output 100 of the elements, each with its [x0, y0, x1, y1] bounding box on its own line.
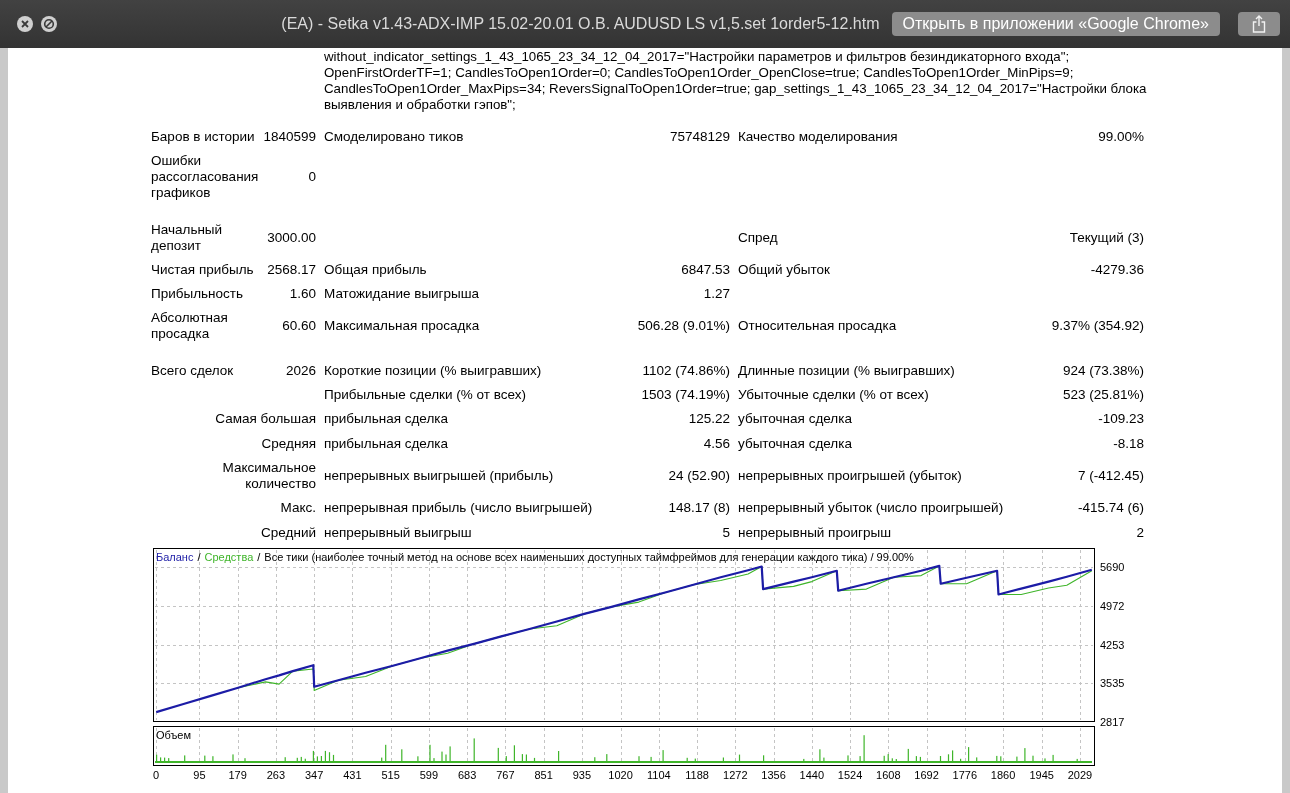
y-tick-label: 5690 [1100, 560, 1125, 573]
stat-label: Короткие позиции (% выигравших) [324, 362, 542, 378]
stat-value: 1503 (74.19%) [641, 387, 730, 403]
stat-label: Всего сделок [151, 362, 234, 378]
x-tick-label: 263 [266, 768, 286, 781]
x-tick-label: 1272 [723, 768, 748, 781]
stat-value: 523 (25.81%) [1062, 387, 1144, 403]
stat-label: непрерывных выигрышей (прибыль) [324, 467, 554, 483]
stat-label: Длинные позиции (% выигравших) [738, 362, 955, 378]
stat-label: Относительная просадка [738, 318, 897, 334]
stat-value: -8.18 [1113, 435, 1144, 451]
stat-value: 5 [722, 524, 730, 540]
stat-label: Абсолютная просадка [151, 310, 228, 342]
group-label: Средний [261, 524, 316, 540]
stat-value: 924 (73.38%) [1062, 362, 1144, 378]
y-tick-label: 2817 [1100, 715, 1125, 728]
prohibited-icon[interactable] [41, 16, 57, 32]
open-in-app-button[interactable]: Открыть в приложении «Google Chrome» [891, 12, 1220, 36]
share-button[interactable] [1238, 12, 1280, 36]
legend-label: Баланс [156, 550, 194, 563]
stat-value: 506.28 (9.01%) [637, 318, 730, 334]
volume-label: Объем [156, 728, 192, 741]
x-tick-label: 2029 [1067, 768, 1093, 781]
stat-value: 24 (52.90) [668, 467, 730, 483]
x-tick-label: 1020 [608, 768, 633, 781]
x-tick-label: 0 [153, 768, 160, 781]
stat-value: 125.22 [688, 411, 730, 427]
parameters-text: without_indicator_settings_1_43_1065_23_34_12_04_2017="Настройки параметров и фильтров безиндикаторного входа"; OpenFirstOrderTF=1; CandlesToOpen1Order=0; CandlesToOpen1Order_OpenClose=true; CandlesToOpen1Order_MinPips=9; CandlesToOpen1Order_MaxPips=34; ReversSignalToOpen1Order=true; gap_settings_1_43_1065_23_34_12_04_2017="Настройки блока выявления и обработки гэпов"; [324, 49, 1148, 113]
stat-label: Убыточные сделки (% от всех) [738, 387, 929, 403]
stat-value: 148.17 (8) [668, 500, 730, 516]
x-tick-label: 1524 [837, 768, 863, 781]
stat-label: непрерывная прибыль (число выигрышей) [324, 500, 593, 516]
stat-label: Общая прибыль [324, 261, 427, 277]
stat-value: 0 [308, 169, 316, 185]
x-tick-label: 1188 [685, 768, 709, 781]
stat-label: Прибыльные сделки (% от всех) [324, 387, 526, 403]
group-label: Самая большая [215, 411, 316, 427]
stat-label: непрерывный убыток (число проигрышей) [738, 500, 1004, 516]
stat-label: Прибыльность [151, 286, 244, 302]
stat-label: Ошибки рассогласования графиков [151, 153, 259, 201]
stat-value: 9.37% (354.92) [1051, 318, 1144, 334]
window-title: (EA) - Setka v1.43-ADX-IMP 15.02-20.01 O.B. AUDUSD LS v1,5.set 1order5-12.htm [281, 14, 880, 34]
x-tick-label: 935 [572, 768, 592, 781]
x-tick-label: 1692 [914, 768, 939, 781]
stat-value: -415.74 (6) [1077, 500, 1144, 516]
legend-separator: / [197, 550, 201, 563]
stat-value: 60.60 [282, 318, 316, 334]
stat-label: убыточная сделка [738, 411, 852, 427]
stat-value: 6847.53 [681, 261, 730, 277]
x-tick-label: 1104 [647, 768, 671, 781]
stat-value: 1.27 [703, 286, 730, 302]
x-tick-label: 179 [228, 768, 247, 781]
stat-label: Спред [738, 229, 778, 245]
x-tick-label: 431 [343, 768, 362, 781]
x-tick-label: 347 [305, 768, 324, 781]
x-tick-label: 1945 [1029, 768, 1054, 781]
stat-value: Текущий (3) [1069, 229, 1144, 245]
stat-value: 75748129 [669, 129, 730, 144]
close-icon[interactable] [17, 16, 33, 32]
stat-value: -109.23 [1098, 411, 1144, 427]
stat-label: Матожидание выигрыша [324, 286, 480, 302]
stat-value: 2568.17 [267, 261, 316, 277]
stat-value: -4279.36 [1090, 261, 1144, 277]
chart-title: Все тики (наиболее точный метод на основе всех наименьших доступных таймфреймов для генерации каждого тика) / 99.00% [264, 550, 914, 563]
stat-label: непрерывный проигрыш [738, 524, 891, 540]
y-tick-label: 4972 [1100, 599, 1125, 612]
stat-label: непрерывный выигрыш [324, 524, 472, 540]
x-tick-label: 599 [419, 768, 439, 781]
stat-label: прибыльная сделка [324, 435, 448, 451]
legend-separator: / [257, 550, 261, 563]
share-icon [1252, 15, 1266, 33]
stat-value: 99.00% [1098, 129, 1144, 144]
stat-label: Начальный депозит [151, 221, 223, 253]
legend-label: Средства [204, 550, 254, 563]
stat-label: убыточная сделка [738, 435, 852, 451]
x-tick-label: 1860 [990, 768, 1016, 781]
stat-label: прибыльная сделка [324, 411, 448, 427]
stat-value: 1.60 [289, 286, 316, 302]
x-tick-label: 1776 [952, 768, 978, 781]
x-tick-label: 683 [457, 768, 477, 781]
group-label: Средняя [261, 435, 316, 451]
group-label: Макс. [280, 500, 316, 516]
y-tick-label: 3535 [1100, 677, 1125, 690]
stat-value: 1102 (74.86%) [642, 362, 730, 378]
x-tick-label: 1608 [876, 768, 901, 781]
stat-value: 4.56 [703, 435, 730, 451]
x-tick-label: 851 [534, 768, 553, 781]
x-tick-label: 95 [193, 768, 206, 781]
stat-label: Общий убыток [738, 261, 830, 277]
x-tick-label: 767 [496, 768, 515, 781]
stat-value: 2 [1136, 524, 1144, 540]
stat-value: 1840599 [263, 129, 316, 144]
stat-label: Максимальная просадка [324, 318, 480, 334]
stat-label: Баров в истории [151, 129, 255, 144]
stat-label: Смоделировано тиков [324, 129, 464, 144]
x-tick-label: 515 [381, 768, 400, 781]
stat-value: 7 (-412.45) [1077, 467, 1144, 483]
stat-value: 2026 [285, 362, 316, 378]
stat-value: 3000.00 [267, 229, 316, 245]
stat-label: Чистая прибыль [151, 261, 254, 277]
